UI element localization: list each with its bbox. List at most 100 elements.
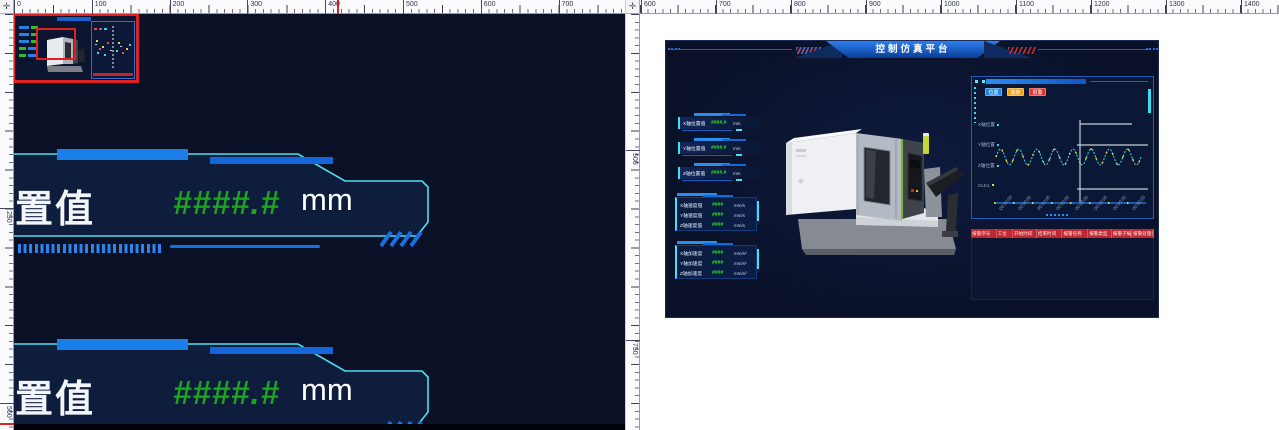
top-bar-decor xyxy=(57,149,188,160)
design-canvas[interactable]: 控制仿真平台 X轴位置值 ####.# mm xyxy=(640,14,1279,430)
underline-decor xyxy=(682,180,732,181)
bracket-decor xyxy=(757,201,759,221)
cnc-machine-image[interactable] xyxy=(776,109,968,257)
dashboard-screen[interactable]: 控制仿真平台 X轴位置值 ####.# mm xyxy=(665,40,1159,318)
alarm-column-header: 结束时间 xyxy=(1037,229,1063,238)
alarm-column-header: 报警处理值 xyxy=(1132,229,1154,238)
axis-label: X轴位置值 xyxy=(683,120,711,127)
speed-label: Y轴速度值 xyxy=(680,212,712,219)
speed-unit: mm/s xyxy=(734,203,745,208)
tick-decor xyxy=(736,129,742,131)
axis-position-widget[interactable]: Y轴位置值 ####.# mm xyxy=(678,138,762,158)
widget-value-placeholder: ####.# xyxy=(173,184,280,222)
alarm-table-body[interactable] xyxy=(971,238,1154,300)
thumbnail-alarm-header xyxy=(93,73,133,76)
design-canvas[interactable]: 位置值 ####.# mm xyxy=(14,14,625,424)
axis-label: Y轴位置值 xyxy=(683,145,711,152)
top-bar-decor-2 xyxy=(210,347,333,354)
ruler-vertical: 250500 xyxy=(0,14,14,430)
position-value-widget[interactable]: 位置值 ####.# mm xyxy=(14,148,443,260)
speed-unit: mm/s xyxy=(734,223,745,228)
alarm-column-header: 报警名称 xyxy=(1062,229,1088,238)
accel-unit: mm/s² xyxy=(734,261,747,266)
legend-chip[interactable]: 速度 xyxy=(1007,88,1024,96)
axis-unit: mm xyxy=(733,121,741,126)
step-signal-line xyxy=(1077,120,1148,202)
chart-legend: 位置 速度 报警 xyxy=(985,88,1046,96)
axis-position-widgets: X轴位置值 ####.# mm Y轴位置值 ####.# xyxy=(678,113,762,188)
accel-value-placeholder: #### xyxy=(712,250,734,256)
editor-window-left: ✛ 0100200300400500600700 250500 xyxy=(0,0,625,430)
axis-speed-box[interactable]: X轴速度值 #### mm/s Y轴速度值 #### mm/s Z轴速度值 xyxy=(675,193,757,233)
title-dots-right-decor xyxy=(1146,48,1158,50)
axis-unit: mm xyxy=(733,146,741,151)
top-bar-decor-2 xyxy=(210,157,333,164)
panel-header-line xyxy=(1090,81,1148,82)
trend-chart-panel[interactable]: 位置 速度 报警 X轴位置 Y轴位置 xyxy=(971,76,1154,219)
accel-unit: mm/s² xyxy=(734,271,747,276)
accel-value-placeholder: #### xyxy=(712,260,734,266)
cursor-position-marker xyxy=(0,423,14,425)
widget-unit: mm xyxy=(301,182,353,218)
underline-decor xyxy=(682,155,732,156)
axis-position-widget[interactable]: Z轴位置值 ####.# mm xyxy=(678,163,762,183)
axis-value-placeholder: ####.# xyxy=(711,145,733,151)
accel-label: Y轴加速度 xyxy=(680,260,712,267)
ruler-horizontal: 0100200300400500600700 xyxy=(14,0,625,14)
panel-scroll-accent xyxy=(1148,89,1151,113)
ruler-vertical: 500750 xyxy=(626,14,640,430)
speed-unit: mm/s xyxy=(734,213,745,218)
thumbnail-title-bar xyxy=(57,17,91,21)
alarm-column-header: 报警子编号 xyxy=(1112,229,1132,238)
ruler-origin-crosshair-icon: ✛ xyxy=(626,0,640,14)
speed-row: X轴速度值 #### mm/s xyxy=(680,200,756,210)
speed-row: Z轴速度值 #### mm/s xyxy=(680,220,756,230)
accel-row: X轴加速度 #### mm/s² xyxy=(680,248,756,258)
accel-unit: mm/s² xyxy=(734,251,747,256)
axis-value-placeholder: ####.# xyxy=(711,120,733,126)
top-bar-decor-2 xyxy=(722,114,746,116)
sine-wave-cyan xyxy=(996,149,1141,165)
speed-row: Y轴速度值 #### mm/s xyxy=(680,210,756,220)
panel-header-dots-decor xyxy=(975,80,985,83)
top-bar-decor xyxy=(57,339,188,350)
viewport-rectangle[interactable] xyxy=(36,28,76,60)
widget-label: 位置值 xyxy=(14,178,135,233)
axis-accel-box[interactable]: X轴加速度 #### mm/s² Y轴加速度 #### mm/s² Z轴加速度 xyxy=(675,241,757,281)
panel-header-bar xyxy=(986,79,1086,84)
title-slashes-decor xyxy=(1008,47,1036,54)
legend-chip[interactable]: 报警 xyxy=(1029,88,1046,96)
accel-value-placeholder: #### xyxy=(712,270,734,276)
panel-left-dashes xyxy=(974,87,976,123)
ruler-origin-crosshair-icon: ✛ xyxy=(0,0,14,14)
position-value-widget[interactable]: 位置值 ####.# mm xyxy=(14,338,443,424)
navigator-thumbnail[interactable] xyxy=(14,14,139,83)
title-line-left-decor xyxy=(670,49,792,50)
canvas-bottom-strip xyxy=(14,424,625,430)
legend-chip[interactable]: 位置 xyxy=(985,88,1002,96)
alarm-table[interactable]: 报警序号工位开始时间结束时间报警名称报警类型报警子编号报警处理值 xyxy=(971,229,1154,300)
alarm-column-header: 工位 xyxy=(997,229,1013,238)
alarm-column-header: 报警序号 xyxy=(971,229,997,238)
bottom-dashes-decor xyxy=(18,244,161,253)
bottom-line-decor xyxy=(170,245,320,248)
speed-value-placeholder: #### xyxy=(712,202,734,208)
editor-window-right: ✛ 60070080090010001100120013001400 50075… xyxy=(626,0,1279,430)
speed-label: Z轴速度值 xyxy=(680,222,712,229)
bracket-decor xyxy=(757,249,759,269)
speed-value-placeholder: #### xyxy=(712,212,734,218)
axis-value-placeholder: ####.# xyxy=(711,170,733,176)
tick-decor xyxy=(736,154,742,156)
underline-decor xyxy=(682,130,732,131)
widget-unit: mm xyxy=(301,372,353,408)
pagination-dots[interactable] xyxy=(1046,214,1068,216)
speed-label: X轴速度值 xyxy=(680,202,712,209)
top-bar-decor-2 xyxy=(722,164,746,166)
axis-label: Z轴位置值 xyxy=(683,170,711,177)
dashboard-title: 控制仿真平台 xyxy=(826,41,1000,58)
accel-label: X轴加速度 xyxy=(680,250,712,257)
alarm-column-header: 开始时间 xyxy=(1013,229,1037,238)
widget-value-placeholder: ####.# xyxy=(173,374,280,412)
alarm-table-header: 报警序号工位开始时间结束时间报警名称报警类型报警子编号报警处理值 xyxy=(971,229,1154,238)
axis-position-widget[interactable]: X轴位置值 ####.# mm xyxy=(678,113,762,133)
